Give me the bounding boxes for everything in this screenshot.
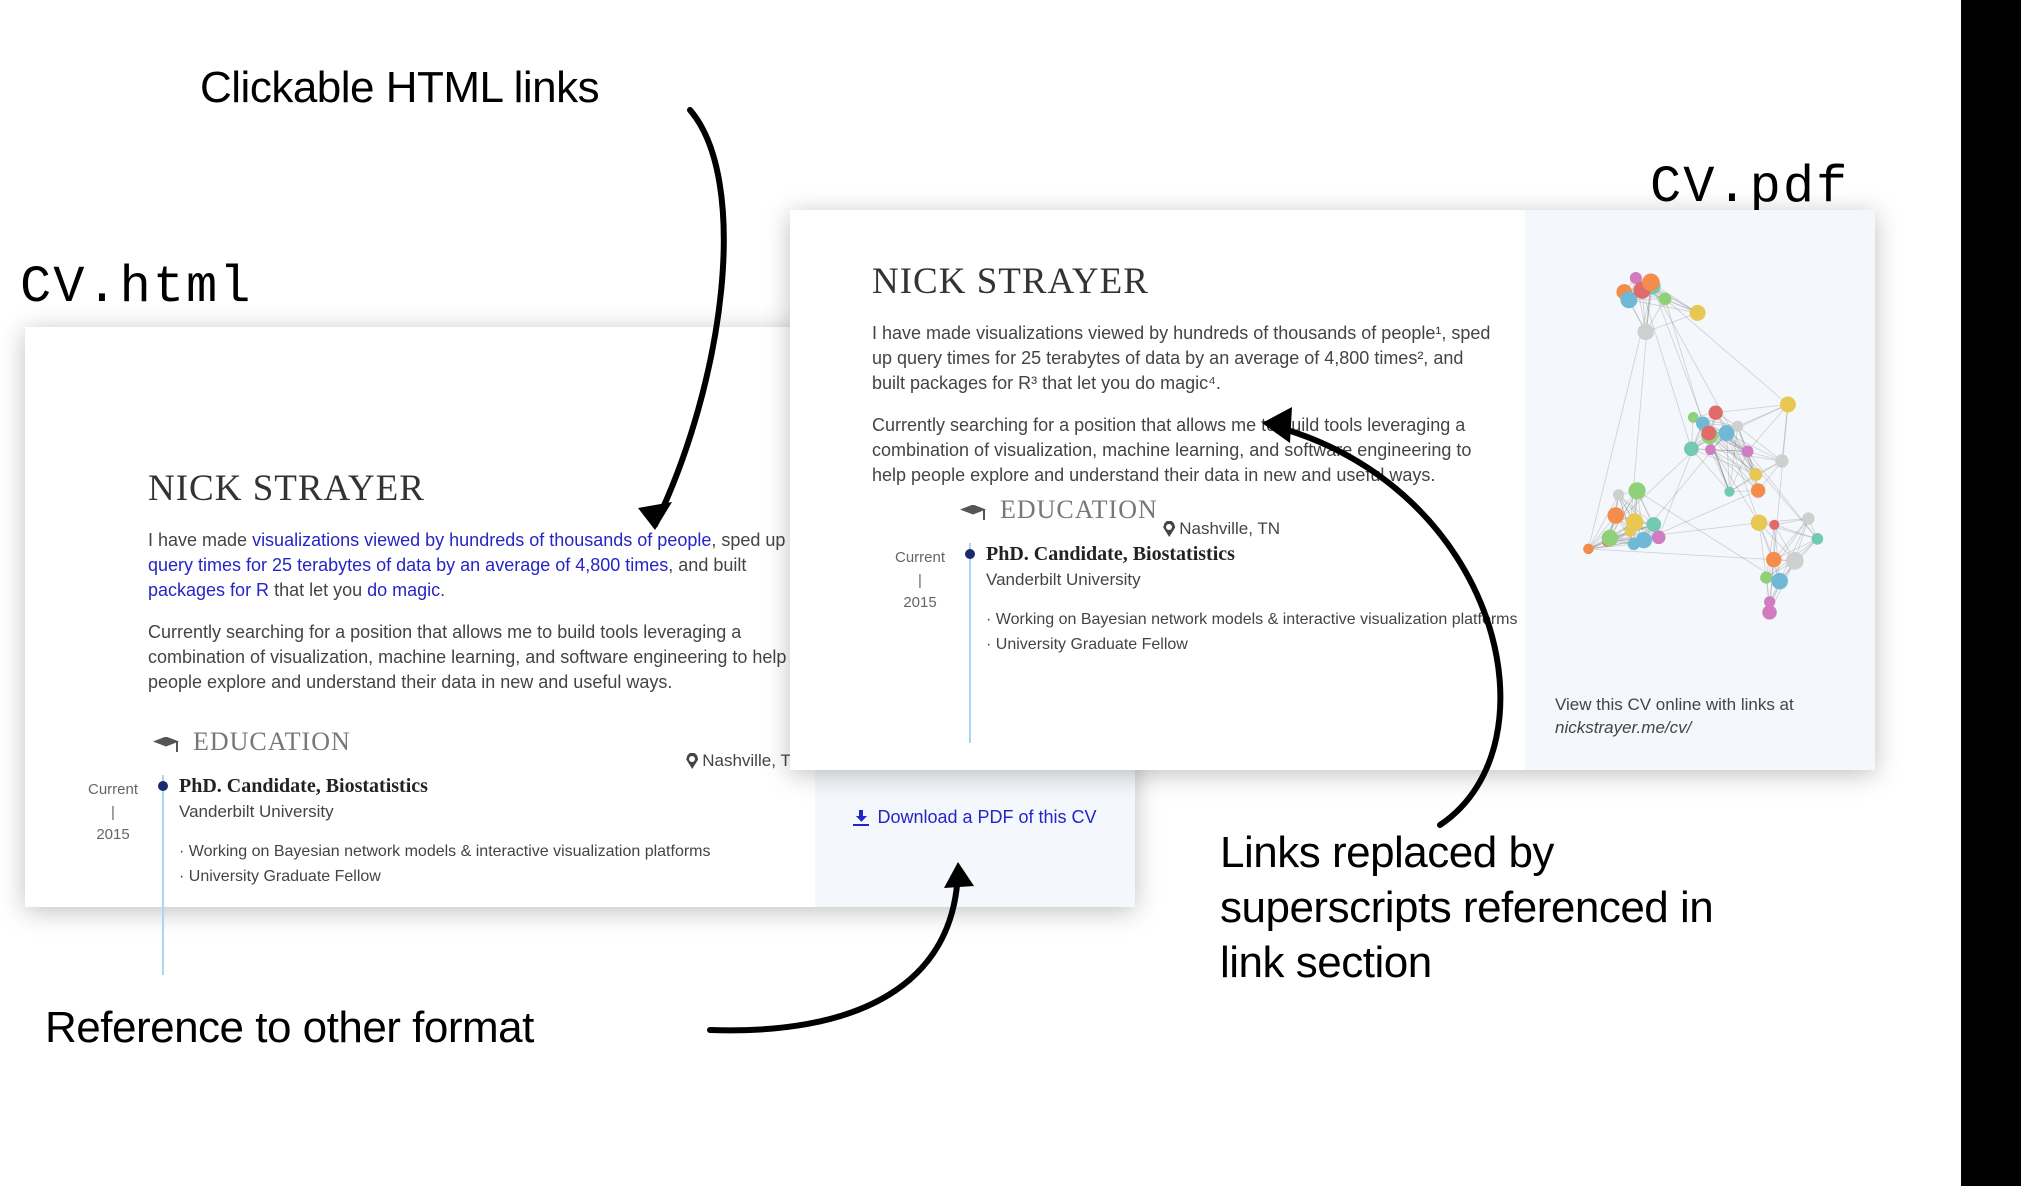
link-magic[interactable]: do magic <box>367 580 440 600</box>
anno-superscripts: Links replaced by superscripts reference… <box>1220 825 1750 990</box>
arrow-clickable <box>550 100 830 550</box>
black-margin <box>1961 0 2021 1186</box>
graduation-cap-icon <box>153 733 179 752</box>
edu-location: Nashville, TN <box>686 751 803 771</box>
cv-blurb: Currently searching for a position that … <box>148 620 788 696</box>
cv-intro-html: I have made visualizations viewed by hun… <box>148 528 788 695</box>
location-pin-icon <box>686 753 698 769</box>
timeline-dot <box>158 781 168 791</box>
link-query[interactable]: query times for 25 terabytes of data by … <box>148 555 668 575</box>
download-icon <box>853 810 869 826</box>
link-packages[interactable]: packages for R <box>148 580 269 600</box>
edu-subtitle: Vanderbilt University <box>179 802 835 822</box>
graduation-cap-icon <box>960 501 986 520</box>
arrow-reference <box>700 850 1020 1040</box>
arrow-superscripts <box>1240 405 1570 835</box>
edu-title: PhD. Candidate, Biostatistics <box>179 775 835 798</box>
edu-dates: Current | 2015 <box>75 775 151 890</box>
cv-name-pdf: NICK STRAYER <box>872 260 1492 303</box>
cv-intro-pdf: I have made visualizations viewed by hun… <box>872 321 1492 397</box>
timeline-dot <box>965 549 975 559</box>
view-online-text: View this CV online with links at nickst… <box>1555 694 1845 740</box>
cv-pdf-sidebar: View this CV online with links at nickst… <box>1525 210 1875 770</box>
download-pdf-link[interactable]: Download a PDF of this CV <box>853 807 1096 828</box>
anno-clickable-links: Clickable HTML links <box>200 60 599 115</box>
location-pin-icon <box>1163 521 1175 537</box>
download-label: Download a PDF of this CV <box>877 807 1096 828</box>
label-cv-html: CV.html <box>20 255 252 320</box>
anno-reference-format: Reference to other format <box>45 1000 534 1055</box>
edu-dates-pdf: Current | 2015 <box>882 543 958 658</box>
